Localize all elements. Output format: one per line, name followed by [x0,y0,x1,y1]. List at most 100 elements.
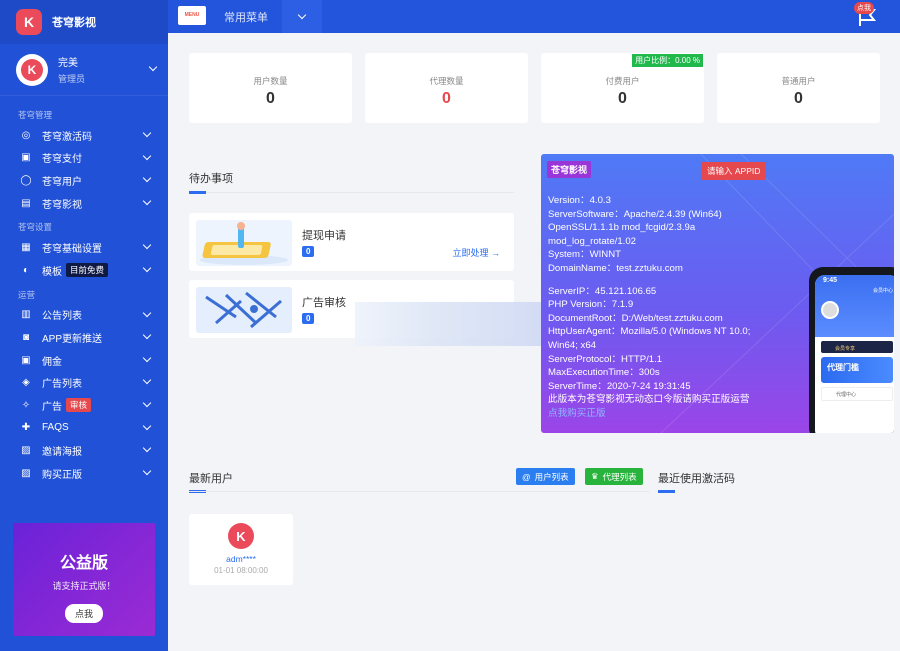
phone-mockup: 9:45 会员中心 会员专享 代理门槛 代理中心 [809,267,894,433]
todo-count-badge: 0 [302,313,315,324]
top-title[interactable]: 常用菜单 [224,9,268,25]
sidebar-item[interactable]: ▣ 佣金 [0,349,168,372]
sidebar-item[interactable]: ◎ 苍穹激活码 [0,124,168,147]
sidebar-item[interactable]: ◈ 广告列表 [0,371,168,394]
server-detail-line: MaxExecutionTime：300s [548,367,660,379]
phone-vip-bar: 会员专享 [821,341,893,353]
arrow-right-icon: → [491,248,500,258]
todo-title: 提现申请 [302,230,346,242]
appid-button[interactable]: 请输入 APPID [701,162,767,180]
wallet-icon: ▣ [21,354,31,366]
nav-section-title: 苍穹设置 [18,222,53,233]
user-list-button[interactable]: @ 用户列表 [516,468,575,485]
todo-title: 广告审核 [302,297,346,309]
todo-count-badge: 0 [302,246,315,257]
withdraw-illustration [196,220,292,266]
latest-users-heading: 最新用户 [189,473,233,485]
menu-toggle-button[interactable] [282,0,322,33]
user-name[interactable]: adm**** [189,554,293,564]
server-detail-line: HttpUserAgent：Mozilla/5.0 (Windows NT 10… [548,326,751,338]
agent-list-button[interactable]: ♛ 代理列表 [585,468,643,485]
wallet-icon: ▣ [21,152,31,164]
notification-button[interactable]: 点我 [854,2,880,28]
todo-card-withdraw[interactable]: 提现申请 0 立即处理 → [189,213,514,271]
user-date: 01-01 08:00:00 [214,566,268,575]
avatar: K [16,53,48,86]
chevron-down-icon [142,330,152,340]
sidebar-item[interactable]: ◯ 苍穹用户 [0,169,168,192]
ratio-badge: 用户比例：0.00 % [632,54,703,67]
server-tag: 苍穹影视 [547,161,592,178]
image-icon: ▨ [21,444,31,456]
stat-label: 付费用户 [605,76,640,86]
process-now-link[interactable]: 立即处理 → [452,246,500,259]
license-notice: 此版本为苍穹影视无动态口令版请购买正版运营 [548,394,750,406]
user-card[interactable]: K adm**** 01-01 08:00:00 [189,514,293,585]
sidebar-item[interactable]: ▦ 苍穹基础设置 [0,236,168,259]
sidebar-item[interactable]: ▨ 购买正版 [0,462,168,485]
sidebar-item-label: 邀请海报 [42,446,82,458]
sidebar-item-label: 购买正版 [42,469,82,481]
chevron-down-icon [142,376,152,385]
server-detail-line: PHP Version：7.1.9 [548,299,634,311]
sidebar-item-label: 苍穹激活码 [42,131,92,143]
stat-card-paid-users: 用户比例：0.00 % 付费用户 0 [541,53,704,123]
users-icon: ◯ [20,174,32,186]
sidebar-item[interactable]: ▥ 公告列表 [0,304,168,327]
user-profile[interactable]: K 完美 管理员 [0,44,168,96]
menu-icon[interactable]: MENU [178,6,206,25]
promo-button[interactable]: 点我 [64,604,103,623]
sidebar: K 苍穹影视 K 完美 管理员 苍穹管理 ◎ 苍穹激活码 ▣ 苍穹支付 ◯ 苍穹用户 ▤ 苍穹影… [0,0,168,651]
sidebar-item-label: 佣金 [42,356,62,368]
user-role: 管理员 [58,74,86,84]
stat-card-normal-users: 普通用户 0 [717,53,880,123]
topbar: MENU 常用菜单 点我 [168,0,900,33]
chevron-down-icon [142,196,152,206]
sidebar-item[interactable]: ▣ 苍穹支付 [0,147,168,170]
phone-vip-label: 会员专享 [835,346,856,352]
server-detail-line: ServerSoftware：Apache/2.4.39 (Win64) [548,208,722,220]
user-logo-letter: K [236,528,246,544]
buy-license-link[interactable]: 点我购买正版 [548,407,768,421]
server-details: Version：4.0.3 ServerSoftware：Apache/2.4.3… [548,194,768,421]
at-icon: @ [522,471,531,482]
image-icon: ▨ [21,467,31,479]
sidebar-item[interactable]: ▨ 邀请海报 [0,439,168,462]
chevron-down-icon [142,421,152,430]
brand[interactable]: K 苍穹影视 [0,0,168,44]
sidebar-item-label: 模板 [42,266,62,278]
server-detail-line: System：WINNT [548,249,622,261]
todo-heading: 待办事项 [189,173,233,185]
nav-section-title: 运营 [18,289,36,300]
stat-value: 0 [618,90,627,107]
process-now-label: 立即处理 [452,248,489,258]
phone-time: 9:45 [823,277,838,284]
stat-card-agents: 代理数量 0 [365,53,528,123]
sidebar-item[interactable]: ✧ 广告 审核 [0,394,168,417]
chevron-down-icon[interactable] [148,62,158,72]
chevron-down-icon [142,398,152,408]
server-detail-line: DomainName：test.zztuku.com [548,262,683,274]
promo-title: 公益版 [59,555,108,572]
brand-logo: K [16,9,42,35]
sidebar-item[interactable]: ◐ 模板 目前免费 [0,259,168,282]
heading-underline [189,191,206,194]
sidebar-item[interactable]: ◙ APP更新推送 [0,326,168,349]
stat-label: 普通用户 [781,76,816,86]
chevron-down-icon [142,466,152,475]
crown-icon: ♛ [591,471,599,481]
sidebar-item[interactable]: ▤ 苍穹影视 [0,192,168,215]
fingerprint-icon: ◎ [21,129,31,141]
sidebar-item-label: 广告 [42,401,62,413]
settings-icon: ▦ [21,242,31,254]
chevron-down-icon [297,10,307,19]
chevron-down-icon [142,353,152,362]
user-list-label: 用户列表 [534,471,569,482]
sidebar-item[interactable]: ✚ FAQS [0,417,168,440]
lightbulb-icon: ✧ [21,399,31,411]
blurred-overlay [355,302,541,346]
chevron-down-icon [142,173,152,183]
server-detail-line: ServerProtocol：HTTP/1.1 [548,353,663,365]
server-detail-line: ServerTime：2020-7-24 19:31:45 [548,380,691,392]
help-icon: ✚ [21,422,31,434]
